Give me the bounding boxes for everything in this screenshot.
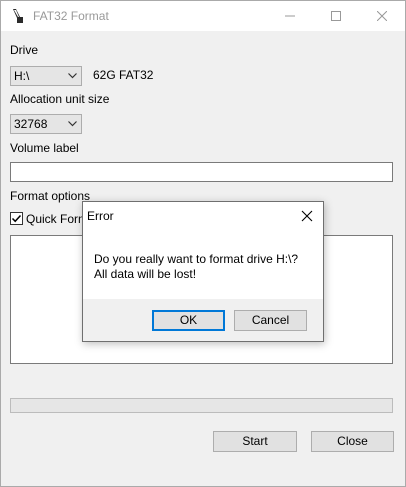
cancel-button[interactable]: Cancel bbox=[234, 310, 307, 331]
close-window-button[interactable] bbox=[359, 1, 405, 31]
chevron-down-icon bbox=[68, 121, 77, 127]
quick-format-checkbox[interactable] bbox=[10, 212, 23, 225]
brush-icon bbox=[11, 8, 25, 24]
dialog-close-button[interactable] bbox=[299, 208, 315, 224]
maximize-icon bbox=[331, 11, 341, 21]
format-options-label: Format options bbox=[10, 189, 91, 203]
allocation-label: Allocation unit size bbox=[10, 92, 110, 106]
start-button[interactable]: Start bbox=[213, 431, 297, 452]
close-button[interactable]: Close bbox=[311, 431, 394, 452]
minimize-button[interactable] bbox=[267, 1, 313, 31]
format-progress-bar bbox=[10, 398, 393, 413]
dialog-message-line2: All data will be lost! bbox=[94, 267, 197, 281]
dialog-footer: OK Cancel bbox=[83, 299, 323, 341]
title-bar[interactable]: FAT32 Format bbox=[1, 1, 405, 31]
maximize-button[interactable] bbox=[313, 1, 359, 31]
allocation-select-value: 32768 bbox=[14, 117, 48, 131]
drive-info: 62G FAT32 bbox=[93, 68, 154, 82]
window-title: FAT32 Format bbox=[33, 9, 109, 23]
dialog-title: Error bbox=[87, 209, 114, 223]
close-icon bbox=[301, 210, 313, 222]
ok-button[interactable]: OK bbox=[152, 310, 225, 331]
close-icon bbox=[377, 11, 387, 21]
checkmark-icon bbox=[11, 214, 22, 223]
main-window: FAT32 Format Drive H:\ 62G FAT32 Allocat… bbox=[0, 0, 406, 487]
dialog-message-line1: Do you really want to format drive H:\? bbox=[94, 252, 299, 266]
drive-select-value: H:\ bbox=[14, 69, 30, 83]
dialog-message: Do you really want to format drive H:\? … bbox=[94, 252, 298, 282]
error-dialog: Error Do you really want to format drive… bbox=[82, 201, 324, 342]
chevron-down-icon bbox=[68, 73, 77, 79]
dialog-title-bar[interactable]: Error bbox=[83, 202, 323, 229]
drive-label: Drive bbox=[10, 43, 39, 57]
minimize-icon bbox=[285, 15, 295, 17]
drive-select[interactable]: H:\ bbox=[10, 66, 82, 86]
allocation-select[interactable]: 32768 bbox=[10, 114, 82, 134]
volume-label: Volume label bbox=[10, 141, 79, 155]
volume-label-input[interactable] bbox=[10, 162, 393, 182]
